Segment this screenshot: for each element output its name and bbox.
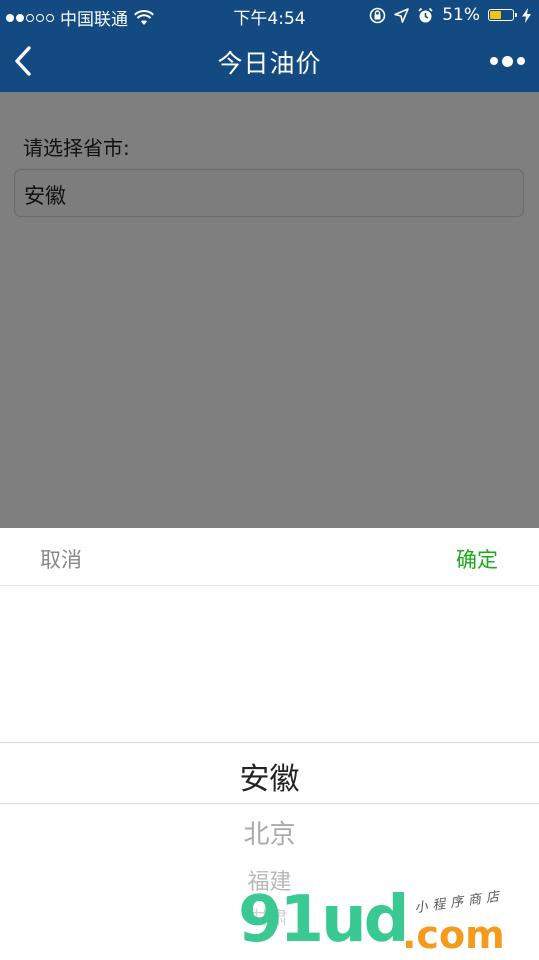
status-bar: 中国联通 下午4:54 51%	[0, 0, 539, 30]
picker-option[interactable]: 福建	[0, 864, 539, 896]
cancel-button[interactable]: 取消	[40, 544, 82, 574]
alarm-icon	[418, 7, 433, 22]
navigation-bar: 今日油价	[0, 30, 539, 92]
battery-percent: 51%	[442, 5, 480, 25]
province-label: 请选择省市:	[23, 136, 130, 160]
page-content-overlay[interactable]: 请选择省市: 安徽	[0, 92, 539, 528]
picker-wheel[interactable]: 安徽 北京 福建 甘肃	[0, 586, 539, 960]
province-select-field[interactable]: 安徽	[14, 169, 524, 217]
more-dots-icon	[490, 57, 498, 65]
orientation-lock-icon	[369, 7, 386, 23]
picker-option[interactable]: 北京	[0, 814, 539, 851]
location-icon	[394, 7, 410, 23]
more-button[interactable]	[490, 52, 525, 70]
status-right: 51%	[369, 5, 531, 25]
picker-option[interactable]: 安徽	[0, 754, 539, 798]
picker-option[interactable]: 甘肃	[0, 904, 539, 930]
confirm-button[interactable]: 确定	[456, 544, 498, 574]
page-title: 今日油价	[217, 49, 322, 78]
picker-toolbar: 取消 确定	[0, 528, 539, 586]
charging-icon	[522, 7, 531, 23]
province-picker: 取消 确定 安徽 北京 福建 甘肃	[0, 528, 539, 960]
battery-icon	[488, 9, 517, 21]
